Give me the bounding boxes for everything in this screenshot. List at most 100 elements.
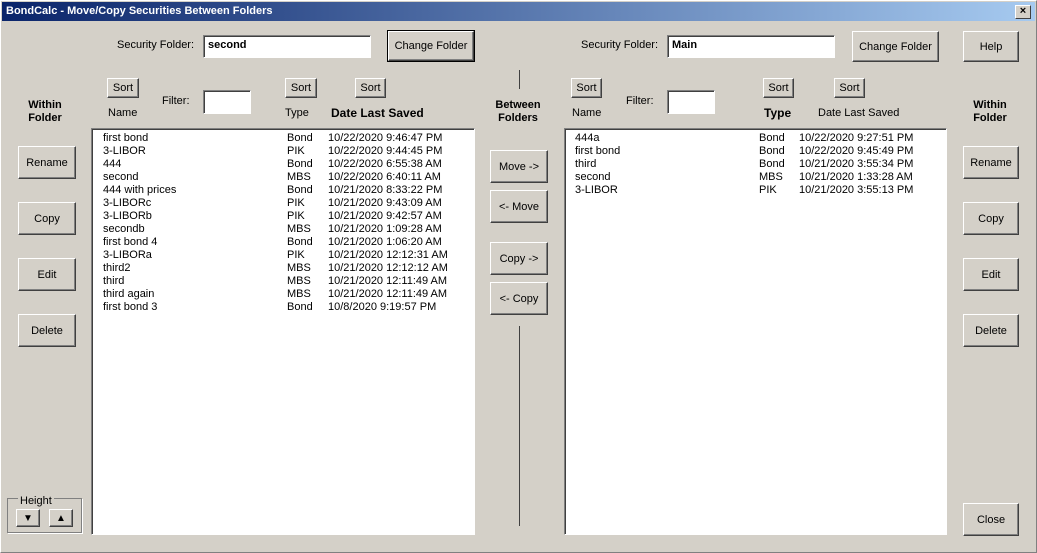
right-date-header: Date Last Saved (818, 107, 900, 119)
item-type: Bond (287, 301, 313, 313)
left-rename-button[interactable]: Rename (18, 146, 76, 179)
item-type: MBS (287, 223, 311, 235)
item-type: MBS (287, 262, 311, 274)
between-folders-label: Between Folders (488, 99, 548, 125)
left-within-folder-label: Within Folder (20, 99, 70, 125)
item-type: PIK (759, 184, 777, 196)
item-date: 10/21/2020 12:12:12 AM (328, 262, 448, 274)
item-type: Bond (287, 158, 313, 170)
item-name: 3-LIBORb (103, 210, 152, 222)
copy-right-button[interactable]: Copy -> (490, 242, 548, 275)
item-name: 3-LIBORa (103, 249, 152, 261)
list-item[interactable]: first bond Bond 10/22/2020 9:46:47 PM (92, 132, 474, 145)
list-item[interactable]: 3-LIBORa PIK 10/21/2020 12:12:31 AM (92, 249, 474, 262)
item-date: 10/22/2020 9:45:49 PM (799, 145, 914, 157)
label-line: Folder (973, 112, 1007, 124)
left-securities-list[interactable]: first bond Bond 10/22/2020 9:46:47 PM 3-LIB… (91, 128, 475, 535)
item-type: PIK (287, 197, 305, 209)
divider-line (519, 326, 520, 526)
item-date: 10/21/2020 3:55:34 PM (799, 158, 914, 170)
right-edit-button[interactable]: Edit (963, 258, 1019, 291)
list-item[interactable]: first bond 4 Bond 10/21/2020 1:06:20 AM (92, 236, 474, 249)
item-date: 10/21/2020 12:12:31 AM (328, 249, 448, 261)
height-label: Height (18, 495, 54, 507)
left-name-header: Name (108, 107, 138, 119)
move-right-button[interactable]: Move -> (490, 150, 548, 183)
right-securities-list[interactable]: 444a Bond 10/22/2020 9:27:51 PM first bond B… (564, 128, 947, 535)
divider-line (519, 70, 520, 89)
left-filter-input[interactable] (203, 90, 251, 114)
item-date: 10/22/2020 6:40:11 AM (328, 171, 441, 183)
left-sort-name-button[interactable]: Sort (107, 78, 139, 98)
left-sort-type-button[interactable]: Sort (285, 78, 317, 98)
item-date: 10/21/2020 9:43:09 AM (328, 197, 442, 209)
move-left-button[interactable]: <- Move (490, 190, 548, 223)
left-edit-button[interactable]: Edit (18, 258, 76, 291)
item-name: first bond 3 (103, 301, 158, 313)
right-copy-button[interactable]: Copy (963, 202, 1019, 235)
left-sort-date-button[interactable]: Sort (355, 78, 386, 98)
height-up-button[interactable]: ▲ (49, 509, 73, 527)
list-item[interactable]: third MBS 10/21/2020 12:11:49 AM (92, 275, 474, 288)
item-type: PIK (287, 210, 305, 222)
list-item[interactable]: 444a Bond 10/22/2020 9:27:51 PM (565, 132, 946, 145)
item-name: third (103, 275, 125, 287)
right-filter-input[interactable] (667, 90, 715, 114)
item-type: MBS (287, 288, 311, 300)
item-date: 10/22/2020 6:55:38 AM (328, 158, 442, 170)
label-line: Folder (28, 112, 62, 124)
list-item[interactable]: 444 Bond 10/22/2020 6:55:38 AM (92, 158, 474, 171)
close-button[interactable]: Close (963, 503, 1019, 536)
height-down-button[interactable]: ▼ (16, 509, 40, 527)
item-type: Bond (287, 236, 313, 248)
label-line: Within (973, 99, 1007, 111)
list-item[interactable]: 3-LIBOR PIK 10/22/2020 9:44:45 PM (92, 145, 474, 158)
item-date: 10/21/2020 12:11:49 AM (328, 275, 448, 287)
item-type: MBS (287, 171, 311, 183)
right-change-folder-button[interactable]: Change Folder (852, 31, 939, 62)
list-item[interactable]: 3-LIBORb PIK 10/21/2020 9:42:57 AM (92, 210, 474, 223)
help-button[interactable]: Help (963, 31, 1019, 62)
list-item[interactable]: third again MBS 10/21/2020 12:11:49 AM (92, 288, 474, 301)
left-change-folder-button[interactable]: Change Folder (387, 30, 475, 62)
right-folder-input[interactable]: Main (667, 35, 835, 58)
left-date-header: Date Last Saved (331, 106, 424, 120)
right-type-header: Type (764, 106, 792, 120)
right-sort-date-button[interactable]: Sort (834, 78, 865, 98)
item-date: 10/21/2020 9:42:57 AM (328, 210, 442, 222)
list-item[interactable]: second MBS 10/22/2020 6:40:11 AM (92, 171, 474, 184)
list-item[interactable]: third Bond 10/21/2020 3:55:34 PM (565, 158, 946, 171)
left-folder-input[interactable]: second (203, 35, 371, 58)
list-item[interactable]: third2 MBS 10/21/2020 12:12:12 AM (92, 262, 474, 275)
item-date: 10/21/2020 1:33:28 AM (799, 171, 913, 183)
label-line: Folders (498, 112, 538, 124)
left-type-header: Type (285, 107, 309, 119)
window-title: BondCalc - Move/Copy Securities Between … (6, 5, 273, 17)
right-rename-button[interactable]: Rename (963, 146, 1019, 179)
right-delete-button[interactable]: Delete (963, 314, 1019, 347)
copy-left-button[interactable]: <- Copy (490, 282, 548, 315)
item-date: 10/21/2020 12:11:49 AM (328, 288, 448, 300)
left-delete-button[interactable]: Delete (18, 314, 76, 347)
left-folder-label: Security Folder: (117, 39, 195, 51)
list-item[interactable]: first bond 3 Bond 10/8/2020 9:19:57 PM (92, 301, 474, 314)
list-item[interactable]: 3-LIBOR PIK 10/21/2020 3:55:13 PM (565, 184, 946, 197)
item-name: second (103, 171, 139, 183)
list-item[interactable]: 444 with prices Bond 10/21/2020 8:33:22 PM (92, 184, 474, 197)
item-date: 10/21/2020 8:33:22 PM (328, 184, 443, 196)
list-item[interactable]: secondb MBS 10/21/2020 1:09:28 AM (92, 223, 474, 236)
close-window-button[interactable]: × (1015, 5, 1031, 19)
item-name: secondb (103, 223, 145, 235)
right-sort-type-button[interactable]: Sort (763, 78, 794, 98)
item-type: Bond (759, 158, 785, 170)
right-name-header: Name (572, 107, 602, 119)
item-date: 10/22/2020 9:44:45 PM (328, 145, 443, 157)
label-line: Between (495, 99, 541, 111)
left-filter-label: Filter: (162, 95, 190, 107)
item-name: first bond 4 (103, 236, 158, 248)
list-item[interactable]: first bond Bond 10/22/2020 9:45:49 PM (565, 145, 946, 158)
left-copy-button[interactable]: Copy (18, 202, 76, 235)
list-item[interactable]: second MBS 10/21/2020 1:33:28 AM (565, 171, 946, 184)
right-sort-name-button[interactable]: Sort (571, 78, 602, 98)
list-item[interactable]: 3-LIBORc PIK 10/21/2020 9:43:09 AM (92, 197, 474, 210)
